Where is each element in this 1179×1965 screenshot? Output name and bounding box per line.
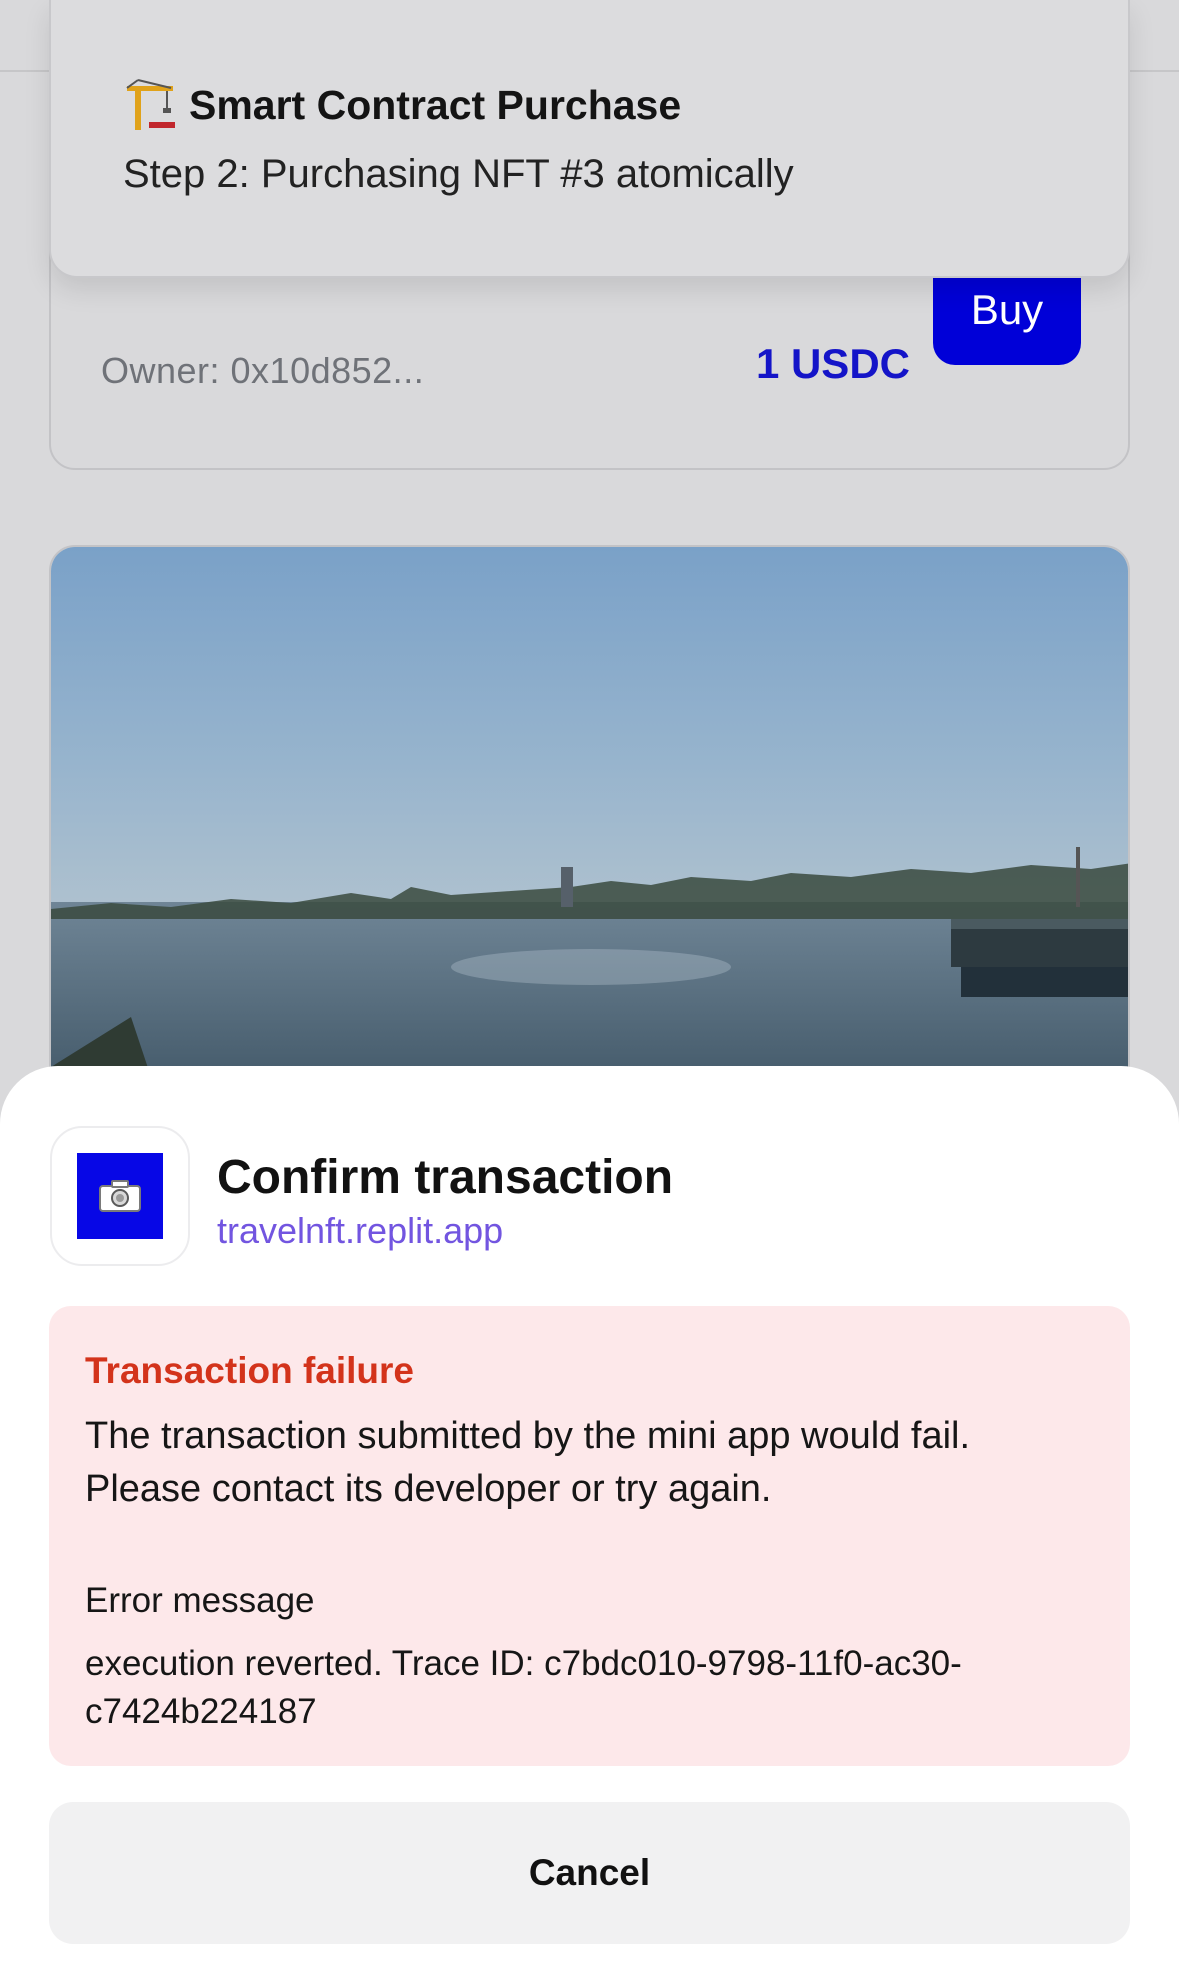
camera-icon <box>99 1180 141 1212</box>
error-description: The transaction submitted by the mini ap… <box>85 1415 971 1510</box>
cancel-button[interactable]: Cancel <box>49 1802 1130 1944</box>
crane-icon <box>126 79 175 130</box>
error-panel: Transaction failure The transaction subm… <box>49 1306 1130 1766</box>
app-domain: travelnft.replit.app <box>217 1210 504 1251</box>
toast-subtitle: Step 2: Purchasing NFT #3 atomically <box>123 152 794 196</box>
error-heading: Transaction failure <box>85 1350 414 1391</box>
status-toast: Smart Contract Purchase Step 2: Purchasi… <box>49 0 1130 278</box>
app-icon-square <box>77 1153 163 1239</box>
nft-photo[interactable] <box>49 545 1130 1105</box>
error-message-text: execution reverted. Trace ID: c7bdc010-9… <box>85 1644 962 1731</box>
error-message-label: Error message <box>85 1581 315 1620</box>
owner-label: Owner: 0x10d852... <box>101 350 425 391</box>
app-icon <box>50 1126 190 1266</box>
toast-title-row: Smart Contract Purchase <box>123 78 681 132</box>
harbor-photo-image <box>51 547 1128 1103</box>
sheet-title: Confirm transaction <box>217 1151 674 1204</box>
toast-title: Smart Contract Purchase <box>189 81 682 128</box>
confirm-transaction-sheet: Confirm transaction travelnft.replit.app… <box>0 1066 1179 1965</box>
price-label: 1 USDC <box>755 340 910 387</box>
